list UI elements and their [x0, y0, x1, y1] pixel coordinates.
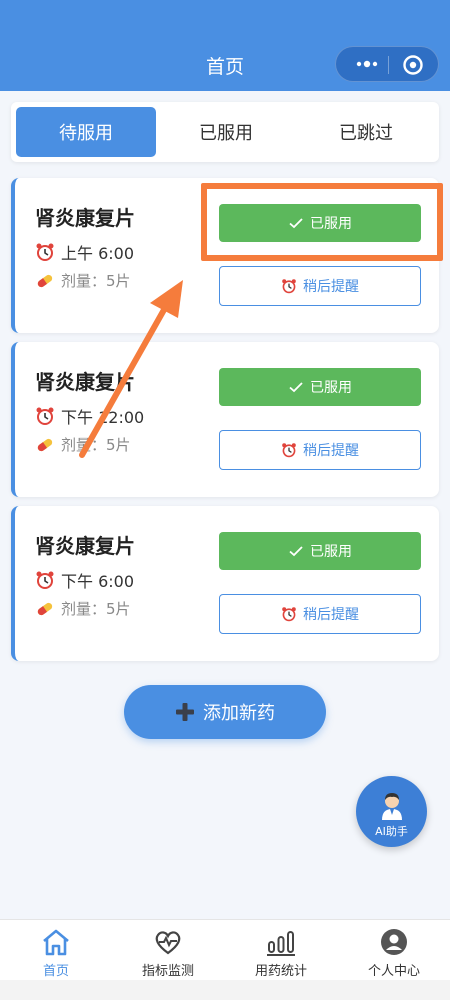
nav-indicators[interactable]: 指标监测 — [112, 920, 224, 981]
time-text: 下午 6:00 — [61, 572, 135, 591]
medication-time: 下午 6:00 — [35, 568, 134, 592]
remind-later-label: 稍后提醒 — [303, 443, 359, 459]
alarm-clock-icon — [36, 571, 54, 589]
nav-statistics[interactable]: 用药统计 — [225, 920, 337, 981]
status-tabs: 待服用 已服用 已跳过 — [11, 102, 439, 162]
dose-text: 剂量：5片 — [61, 272, 131, 290]
medication-name: 肾炎康复片 — [35, 370, 135, 394]
mini-program-capsule — [335, 46, 439, 82]
mark-taken-button[interactable]: 已服用 — [219, 204, 421, 242]
tab-skipped[interactable]: 已跳过 — [296, 107, 436, 157]
medication-dose: 剂量：5片 — [35, 270, 131, 291]
capsule-divider — [388, 56, 389, 74]
remind-later-button[interactable]: 稍后提醒 — [219, 594, 421, 634]
remind-later-button[interactable]: 稍后提醒 — [219, 266, 421, 306]
medication-dose: 剂量：5片 — [35, 434, 131, 455]
check-icon — [289, 382, 303, 393]
nav-label: 首页 — [42, 964, 69, 979]
nav-home[interactable]: 首页 — [0, 920, 112, 981]
nav-label: 个人中心 — [367, 964, 420, 979]
time-text: 下午 12:00 — [61, 408, 145, 427]
pill-icon — [37, 274, 53, 287]
alarm-clock-icon — [282, 443, 296, 458]
close-target-icon[interactable] — [402, 54, 424, 76]
remind-later-label: 稍后提醒 — [303, 607, 359, 623]
pill-icon — [37, 438, 53, 451]
tab-pending[interactable]: 待服用 — [16, 107, 156, 157]
bar-chart-icon — [267, 931, 295, 956]
dose-text: 剂量：5片 — [61, 436, 131, 454]
home-icon — [43, 929, 69, 956]
medication-time: 上午 6:00 — [35, 240, 134, 264]
add-medication-label: 添加新药 — [203, 703, 275, 724]
home-indicator-area — [0, 980, 450, 1000]
add-medication-button[interactable]: 添加新药 — [124, 685, 326, 739]
medication-card: 肾炎康复片 上午 6:00 剂量：5片 已服用 稍后提醒 — [11, 178, 439, 333]
mark-taken-button[interactable]: 已服用 — [219, 532, 421, 570]
heart-pulse-icon — [155, 931, 181, 955]
mark-taken-label: 已服用 — [310, 544, 352, 560]
medication-card: 肾炎康复片 下午 6:00 剂量：5片 已服用 稍后提醒 — [11, 506, 439, 661]
nav-label: 指标监测 — [141, 964, 194, 979]
check-icon — [289, 218, 303, 229]
medication-card: 肾炎康复片 下午 12:00 剂量：5片 已服用 稍后提醒 — [11, 342, 439, 497]
more-dots-icon[interactable] — [352, 56, 382, 72]
bottom-navigation: 首页 指标监测 用药统计 个人中心 — [0, 919, 450, 980]
remind-later-button[interactable]: 稍后提醒 — [219, 430, 421, 470]
ai-assistant-button[interactable]: AI助手 — [356, 776, 427, 847]
pill-icon — [37, 602, 53, 615]
alarm-clock-icon — [282, 279, 296, 294]
nav-profile[interactable]: 个人中心 — [338, 920, 450, 981]
mark-taken-button[interactable]: 已服用 — [219, 368, 421, 406]
dose-text: 剂量：5片 — [61, 600, 131, 618]
medication-name: 肾炎康复片 — [35, 534, 135, 558]
mark-taken-label: 已服用 — [310, 380, 352, 396]
medication-name: 肾炎康复片 — [35, 206, 135, 230]
check-icon — [289, 546, 303, 557]
alarm-clock-icon — [36, 243, 54, 261]
nav-label: 用药统计 — [254, 964, 307, 979]
user-icon — [381, 929, 407, 955]
doctor-avatar-icon — [382, 793, 402, 820]
medication-time: 下午 12:00 — [35, 404, 144, 428]
ai-assistant-label: AI助手 — [375, 825, 408, 838]
alarm-clock-icon — [282, 607, 296, 622]
remind-later-label: 稍后提醒 — [303, 279, 359, 295]
tab-taken[interactable]: 已服用 — [156, 107, 296, 157]
time-text: 上午 6:00 — [61, 244, 135, 263]
medication-dose: 剂量：5片 — [35, 598, 131, 619]
mark-taken-label: 已服用 — [310, 216, 352, 232]
alarm-clock-icon — [36, 407, 54, 425]
top-bar: 首页 — [0, 0, 450, 91]
plus-icon — [176, 703, 194, 721]
